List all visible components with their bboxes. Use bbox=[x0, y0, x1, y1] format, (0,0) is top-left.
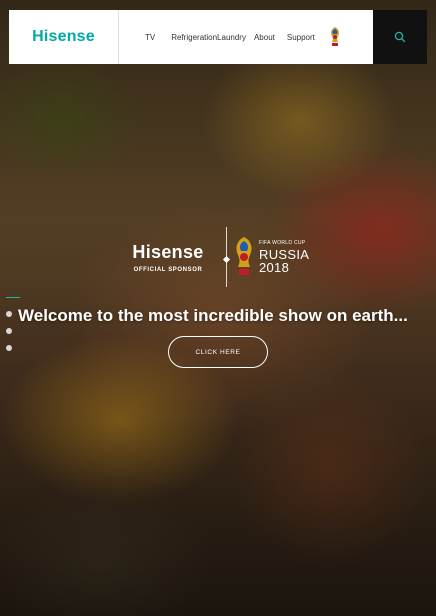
sponsor-brand: Hisense bbox=[132, 241, 204, 262]
slide-indicator-active[interactable] bbox=[6, 297, 20, 298]
world-cup-emblem-icon[interactable] bbox=[329, 26, 341, 48]
slide-dot[interactable] bbox=[6, 311, 12, 317]
search-button[interactable] bbox=[373, 10, 427, 64]
event-name: RUSSIA bbox=[259, 246, 310, 262]
slide-dot[interactable] bbox=[6, 345, 12, 351]
nav-item-about[interactable]: About bbox=[254, 33, 275, 42]
main-nav: TV Refrigeration Laundry About Support bbox=[119, 10, 373, 64]
event-year: 2018 bbox=[259, 259, 290, 275]
hero-headline: Welcome to the most incredible show on e… bbox=[18, 306, 408, 325]
hisense-logo[interactable]: Hisense bbox=[32, 28, 95, 46]
nav-item-refrigeration[interactable]: Refrigeration bbox=[171, 33, 217, 42]
nav-item-support[interactable]: Support bbox=[287, 33, 315, 42]
event-small-label: FIFA WORLD CUP bbox=[259, 239, 306, 246]
nav-item-tv[interactable]: TV bbox=[145, 33, 155, 42]
search-icon bbox=[394, 31, 406, 43]
click-here-button[interactable]: CLICK HERE bbox=[168, 336, 268, 368]
sponsor-subtitle: OFFICIAL SPONSOR bbox=[133, 266, 203, 273]
sponsor-divider bbox=[226, 227, 227, 287]
slide-indicator bbox=[4, 297, 20, 362]
world-cup-trophy-icon bbox=[236, 237, 252, 275]
site-header: Hisense TV Refrigeration Laundry About S… bbox=[9, 10, 427, 64]
nav-item-laundry[interactable]: Laundry bbox=[217, 33, 246, 42]
slide-dot[interactable] bbox=[6, 328, 12, 334]
official-sponsor-lockup: Hisense OFFICIAL SPONSOR FIFA WORLD CUP … bbox=[118, 224, 323, 290]
logo-container[interactable]: Hisense bbox=[9, 10, 119, 64]
